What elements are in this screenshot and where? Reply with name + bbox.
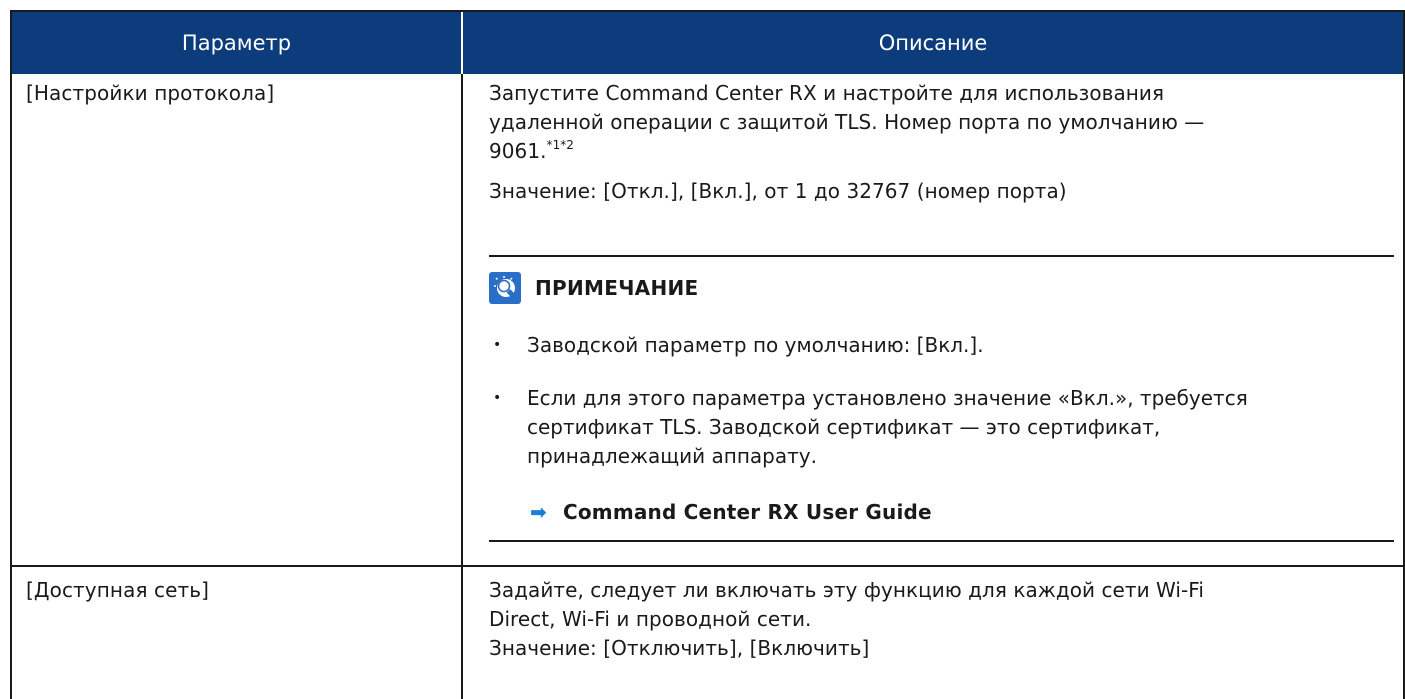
note-bottom-rule [489,540,1394,542]
description-protocol-settings: Запустите Command Center RX и настройте … [489,79,1385,206]
bullet-text: Заводской параметр по умолчанию: [Вкл.]. [527,333,984,357]
description-line: 9061.*1*2 [489,137,1385,169]
bullet-line: сертификат TLS. Заводской сертификат — э… [527,415,1161,439]
bullet-marker: • [493,390,502,406]
description-line: Direct, Wi-Fi и проводной сети. [489,607,812,631]
column-header-parameter: Параметр [12,12,461,74]
value-range: Значение: [Отключить], [Включить] [489,636,870,660]
footnote-markers: *1*2 [546,138,574,152]
description-available-network: Задайте, следует ли включать эту функцию… [489,576,1385,663]
row-divider [12,565,1403,567]
param-protocol-settings: [Настройки протокола] [26,81,275,105]
description-line: удаленной операции с защитой TLS. Номер … [489,110,1205,134]
reference-link[interactable]: ➡ Command Center RX User Guide [530,496,932,528]
value-range: Значение: [Откл.], [Вкл.], от 1 до 32767… [489,179,1067,203]
note-header: ПРИМЕЧАНИЕ [489,268,698,308]
note-bullet: • Если для этого параметра установлено з… [489,384,1405,471]
lightbulb-note-icon [489,272,521,304]
note-top-rule [489,255,1394,257]
column-header-description: Описание [463,12,1403,74]
bullet-line: Если для этого параметра установлено зна… [527,386,1248,410]
note-title: ПРИМЕЧАНИЕ [535,276,699,300]
note-bullet: • Заводской параметр по умолчанию: [Вкл.… [489,331,1405,360]
bullet-text: Если для этого параметра установлено зна… [527,384,1405,471]
param-available-network: [Доступная сеть] [26,578,210,602]
description-text: 9061. [489,139,547,163]
settings-table: Параметр Описание [Настройки протокола] … [10,10,1405,699]
arrow-right-icon: ➡ [530,500,547,524]
description-line: Задайте, следует ли включать эту функцию… [489,578,1204,602]
reference-text: Command Center RX User Guide [562,500,932,524]
bullet-marker: • [493,337,502,353]
bullet-line: принадлежащий аппарату. [527,444,817,468]
column-divider [461,74,463,699]
description-line: Запустите Command Center RX и настройте … [489,81,1165,105]
